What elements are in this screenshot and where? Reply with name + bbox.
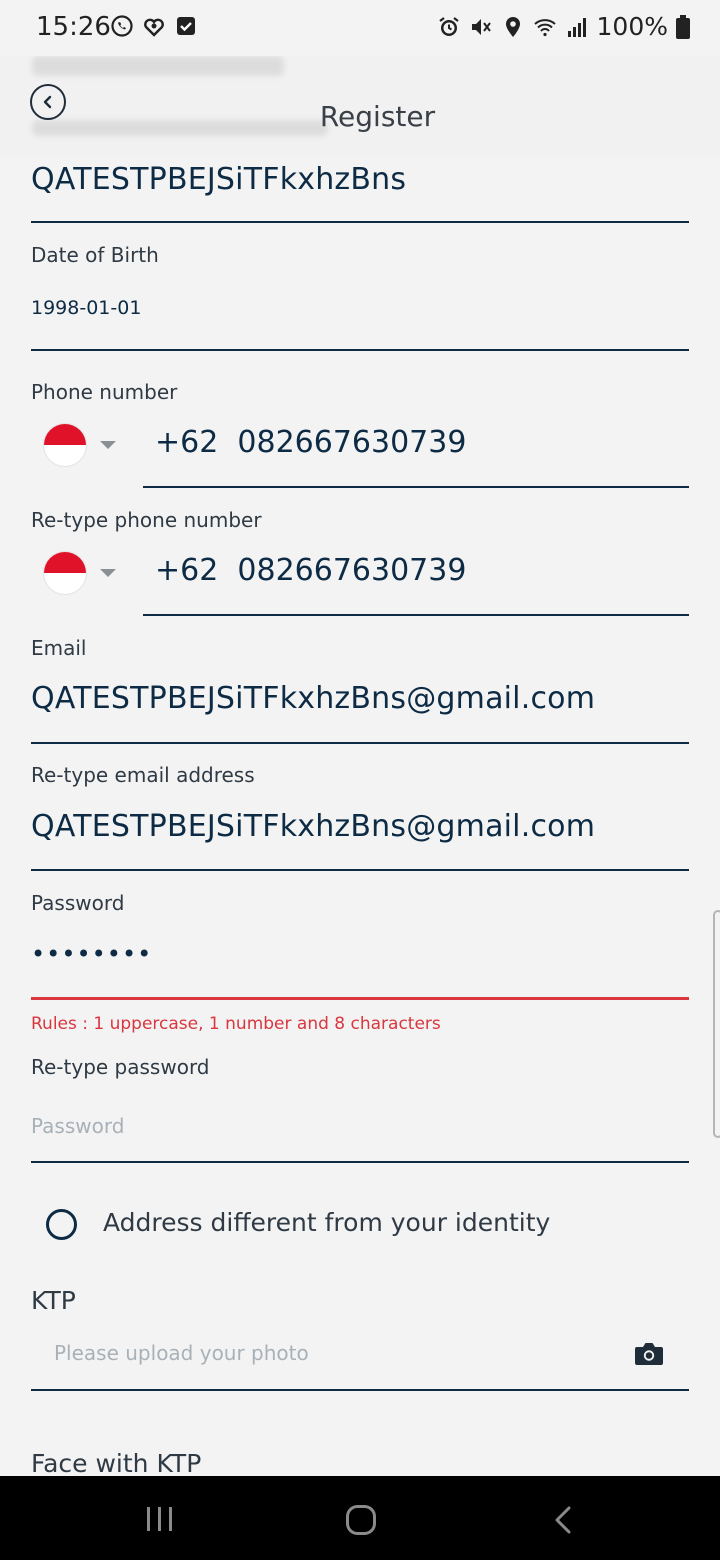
ktp-label: KTP — [31, 1286, 76, 1315]
dob-field-underline — [31, 349, 689, 351]
address-different-label[interactable]: Address different from your identity — [103, 1208, 550, 1237]
battery-percent: 100% — [596, 12, 668, 41]
home-icon[interactable] — [345, 1504, 377, 1536]
caret-down-icon — [100, 569, 116, 577]
retype-password-field[interactable]: Password — [31, 1114, 124, 1138]
email-field-underline — [31, 742, 689, 744]
ktp-upload-field[interactable]: Please upload your photo — [54, 1341, 309, 1365]
password-field[interactable]: •••••••• — [31, 940, 152, 968]
indonesia-flag-icon — [44, 424, 86, 466]
indonesia-flag-icon — [44, 552, 86, 594]
phone-label: Phone number — [31, 380, 178, 404]
retype-phone-underline — [143, 614, 689, 616]
caret-down-icon — [100, 441, 116, 449]
face-ktp-label: Face with KTP — [31, 1449, 202, 1478]
retype-phone-field[interactable]: +62 082667630739 — [155, 553, 466, 588]
country-code-selector-retype[interactable] — [44, 552, 116, 594]
email-field[interactable]: QATESTPBEJSiTFkxhzBns@gmail.com — [31, 681, 595, 716]
address-different-radio[interactable] — [46, 1209, 77, 1240]
retype-phone-label: Re-type phone number — [31, 508, 262, 532]
battery-icon — [676, 14, 690, 39]
password-field-underline — [31, 997, 689, 1000]
recent-apps-icon[interactable] — [145, 1506, 175, 1532]
blurred-text — [32, 56, 284, 76]
signal-icon — [567, 17, 586, 37]
dob-field[interactable]: 1998-01-01 — [31, 297, 141, 319]
retype-email-label: Re-type email address — [31, 763, 255, 787]
phone-field-underline — [143, 486, 689, 488]
retype-email-field[interactable]: QATESTPBEJSiTFkxhzBns@gmail.com — [31, 809, 595, 844]
status-bar: 15:26 100% — [0, 0, 720, 56]
phone-number: 082667630739 — [237, 425, 467, 460]
name-field-underline — [31, 221, 689, 223]
alarm-icon — [438, 16, 459, 36]
whatsapp-icon — [111, 15, 133, 37]
phone-code: +62 — [155, 425, 219, 460]
status-left-icons — [110, 14, 198, 38]
location-icon — [505, 16, 520, 37]
status-right-icons: 100% — [437, 12, 690, 41]
retype-password-label: Re-type password — [31, 1055, 210, 1079]
scroll-indicator[interactable] — [713, 910, 720, 1138]
phone-field[interactable]: +62 082667630739 — [155, 425, 466, 460]
retype-email-underline — [31, 869, 689, 871]
email-label: Email — [31, 636, 87, 660]
checkbox-icon — [177, 17, 195, 35]
retype-password-underline — [31, 1161, 689, 1163]
system-nav-bar — [0, 1476, 720, 1560]
ktp-upload-underline — [31, 1389, 689, 1391]
wifi-icon — [533, 18, 556, 36]
name-field[interactable]: QATESTPBEJSiTFkxhzBns — [31, 162, 406, 197]
country-code-selector[interactable] — [44, 424, 116, 466]
camera-icon[interactable] — [634, 1341, 664, 1366]
retype-phone-code: +62 — [155, 553, 219, 588]
password-error-text: Rules : 1 uppercase, 1 number and 8 char… — [31, 1014, 441, 1034]
dob-label: Date of Birth — [31, 243, 159, 267]
page-title: Register — [319, 100, 436, 133]
back-icon[interactable] — [552, 1506, 574, 1534]
status-time: 15:26 — [36, 12, 111, 42]
app-heart-icon — [144, 18, 164, 37]
mute-icon — [471, 18, 491, 35]
retype-phone-number: 082667630739 — [237, 553, 467, 588]
password-label: Password — [31, 891, 125, 915]
